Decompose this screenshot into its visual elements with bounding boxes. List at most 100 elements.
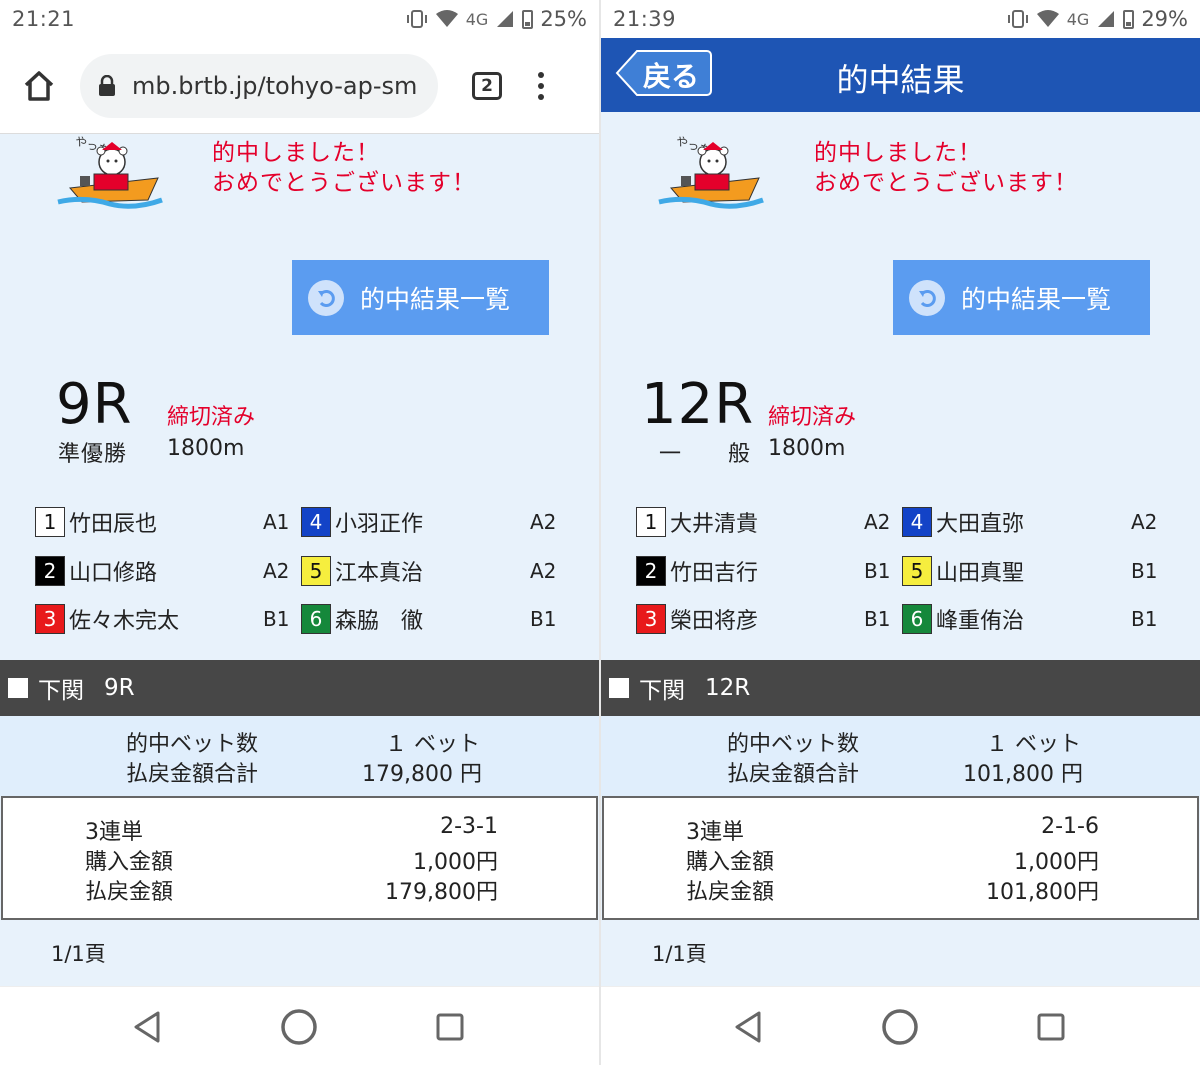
nav-back-icon[interactable]: [729, 1007, 769, 1047]
racer-3-rank: B1: [263, 607, 290, 631]
racer-4: 4 小羽正作: [301, 507, 423, 537]
wifi-icon: [435, 10, 458, 27]
battery-icon: [1123, 9, 1135, 29]
racer-4: 4 大田直弥: [902, 507, 1024, 537]
address-bar[interactable]: mb.brtb.jp/tohyo-ap-sm: [80, 53, 438, 118]
nav-home-icon[interactable]: [880, 1007, 920, 1047]
vibrate-icon: [1007, 10, 1028, 28]
payout-value: 101,800円: [986, 880, 1099, 905]
racer-name: 小羽正作: [335, 512, 424, 537]
waku-4: 4: [301, 507, 331, 537]
racer-2-rank: A2: [263, 559, 290, 583]
nav-home-icon[interactable]: [279, 1007, 319, 1047]
url-text: mb.brtb.jp/tohyo-ap-sm: [132, 71, 418, 100]
racer-3: 3 榮田将彦: [636, 604, 758, 634]
page-indicator: 1/1頁: [51, 942, 106, 966]
status-icons: 4G 25%: [406, 7, 587, 31]
nav-back-icon[interactable]: [128, 1007, 168, 1047]
racer-name: 峰重侑治: [936, 609, 1025, 634]
waku-2: 2: [636, 556, 666, 586]
payout-summary: 的中ベット数 １ ベット 払戻金額合計 179,800 円: [0, 716, 599, 796]
system-nav-bar: [0, 986, 599, 1065]
page-indicator: 1/1頁: [652, 942, 707, 966]
purchase-value: 1,000円: [1014, 850, 1099, 875]
home-icon[interactable]: [16, 63, 62, 109]
nav-recents-icon[interactable]: [430, 1007, 470, 1047]
signal-icon: [1098, 11, 1115, 27]
system-nav-bar: [601, 986, 1200, 1065]
nav-recents-icon[interactable]: [1031, 1007, 1071, 1047]
waku-1: 1: [636, 507, 666, 537]
venue-header: 下関 12R: [601, 660, 1200, 716]
race-distance: 1800m: [768, 436, 846, 461]
racer-name: 山口修路: [69, 561, 158, 586]
return-icon: [909, 279, 945, 316]
vibrate-icon: [406, 10, 427, 28]
left-phone-screen: 21:21 4G 25% mb.brtb.jp/tohyo-ap-sm 2 やっ…: [0, 0, 599, 1065]
congrats-message: 的中しました！ おめでとうございます！: [814, 138, 1078, 198]
racer-name: 大井清貴: [670, 512, 759, 537]
bets-label: 的中ベット数: [126, 732, 259, 757]
waku-6: 6: [902, 604, 932, 634]
race-status: 締切済み: [768, 405, 857, 430]
total-value: 101,800 円: [963, 762, 1083, 787]
mascot-bear-boat: やったね！: [658, 134, 764, 209]
bet-detail: 3連単 2-3-1 購入金額 1,000円 払戻金額 179,800円: [1, 796, 598, 920]
congrats-line-2: おめでとうございます！: [212, 170, 476, 196]
status-icons: 4G 29%: [1007, 7, 1188, 31]
right-phone-screen: 21:39 4G 29% 戻る 的中結果 やったね！ 的中しました！ おめでとう…: [601, 0, 1200, 1065]
racer-3-rank: B1: [864, 607, 891, 631]
venue-race: 12R: [705, 675, 751, 701]
payout-summary: 的中ベット数 １ ベット 払戻金額合計 101,800 円: [601, 716, 1200, 796]
list-button-label: 的中結果一覧: [360, 284, 511, 314]
status-time: 21:39: [613, 7, 677, 31]
tabs-icon[interactable]: 2: [472, 71, 502, 100]
racer-name: 大田直弥: [936, 512, 1025, 537]
status-bar: 21:39 4G 29%: [601, 0, 1200, 38]
mascot-bear-boat: やったね！: [57, 134, 163, 209]
battery-percent: 29%: [1141, 7, 1188, 31]
racer-name: 山田真聖: [936, 561, 1025, 586]
bet-type-label: 3連単: [686, 820, 744, 845]
racer-5-rank: B1: [1131, 559, 1158, 583]
purchase-label: 購入金額: [686, 850, 775, 875]
hit-results-list-button[interactable]: 的中結果一覧: [893, 260, 1150, 335]
square-icon: [609, 678, 629, 698]
battery-icon: [522, 9, 534, 29]
race-grade: 準優勝: [58, 442, 128, 467]
racer-5: 5 山田真聖: [902, 556, 1024, 586]
racer-5: 5 江本真治: [301, 556, 423, 586]
status-time: 21:21: [12, 7, 76, 31]
wifi-icon: [1036, 10, 1059, 27]
menu-icon[interactable]: [536, 71, 546, 100]
total-label: 払戻金額合計: [727, 762, 860, 787]
racer-name: 榮田将彦: [670, 609, 759, 634]
bets-label: 的中ベット数: [727, 732, 860, 757]
lock-icon: [99, 74, 115, 96]
racer-3: 3 佐々木完太: [35, 604, 179, 634]
race-grade: 一 般: [659, 442, 752, 467]
waku-5: 5: [301, 556, 331, 586]
bet-type-value: 2-3-1: [440, 814, 498, 839]
waku-2: 2: [35, 556, 65, 586]
payout-label: 払戻金額: [686, 880, 775, 905]
race-distance: 1800m: [167, 436, 245, 461]
racer-4-rank: A2: [530, 510, 557, 534]
racer-1-rank: A1: [263, 510, 290, 534]
status-bar: 21:21 4G 25%: [0, 0, 599, 38]
racer-1: 1 大井清貴: [636, 507, 758, 537]
congrats-line-1: 的中しました！: [212, 140, 380, 166]
congrats-line-2: おめでとうございます！: [814, 170, 1078, 196]
race-number: 12R: [641, 372, 755, 437]
bet-type-value: 2-1-6: [1041, 814, 1099, 839]
return-icon: [308, 279, 344, 316]
total-label: 払戻金額合計: [126, 762, 259, 787]
race-number: 9R: [56, 372, 133, 437]
racer-name: 竹田辰也: [69, 512, 158, 537]
hit-results-list-button[interactable]: 的中結果一覧: [292, 260, 549, 335]
bet-detail: 3連単 2-1-6 購入金額 1,000円 払戻金額 101,800円: [602, 796, 1199, 920]
purchase-value: 1,000円: [413, 850, 498, 875]
racer-5-rank: A2: [530, 559, 557, 583]
racer-name: 江本真治: [335, 561, 424, 586]
racer-1-rank: A2: [864, 510, 891, 534]
